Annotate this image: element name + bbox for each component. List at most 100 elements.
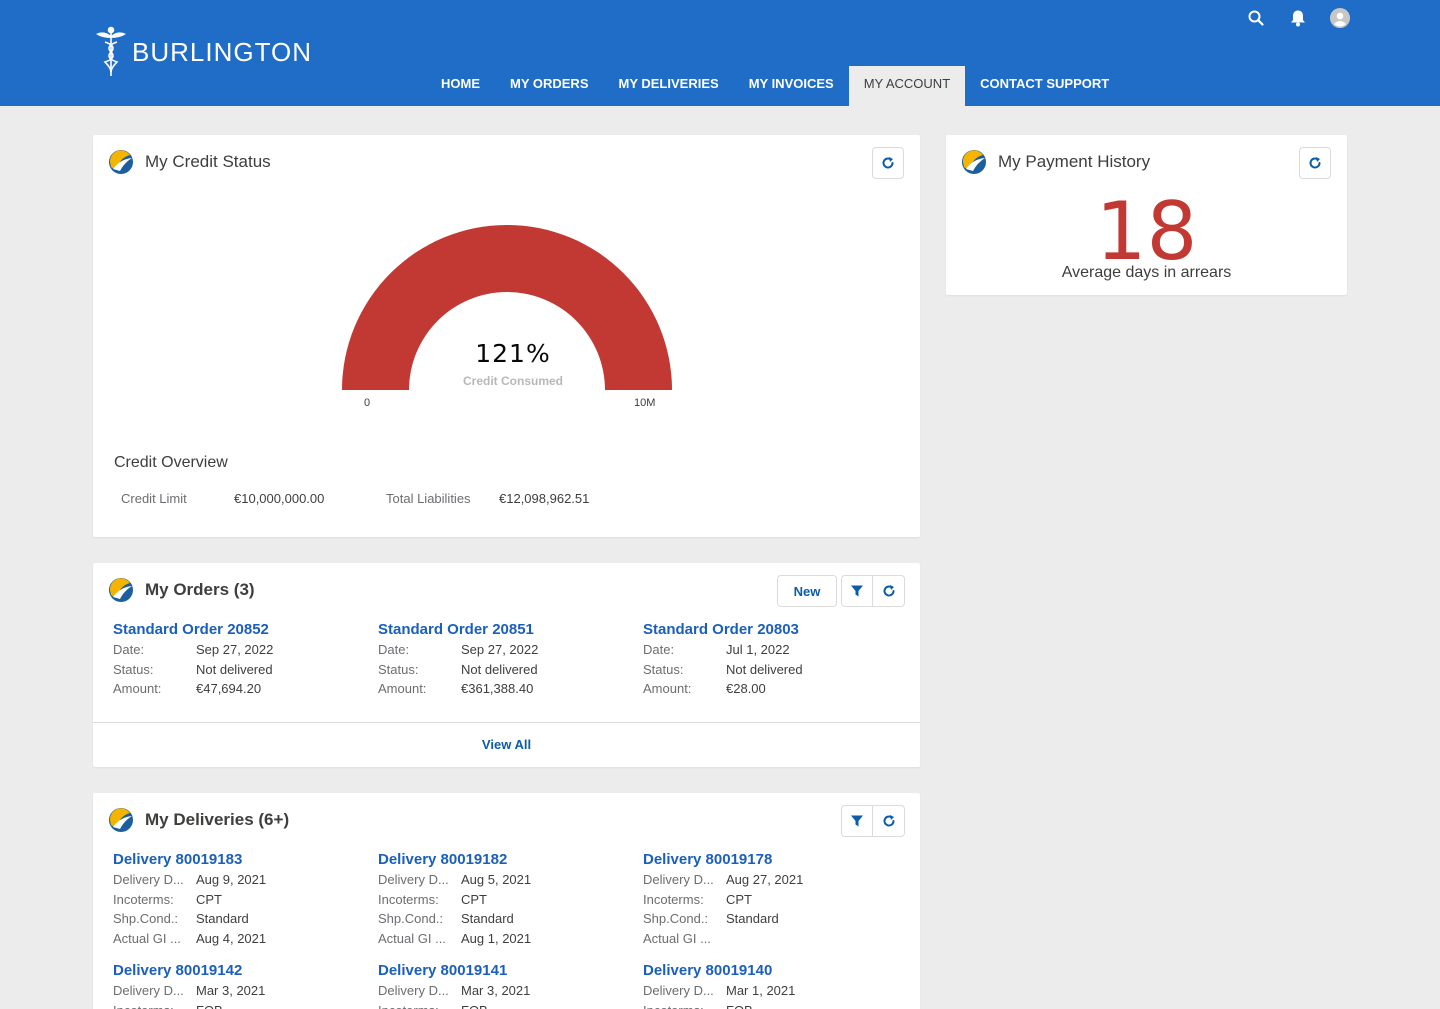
record-row: Shp.Cond.: Standard	[378, 909, 618, 929]
refresh-orders-button[interactable]	[873, 575, 905, 607]
field-value: CPT	[726, 891, 752, 907]
field-label: Amount:	[113, 681, 162, 696]
field-label: Delivery D...	[643, 872, 714, 887]
new-order-button[interactable]: New	[777, 575, 837, 607]
field-label: Status:	[378, 661, 419, 677]
field-label: Amount:	[643, 681, 692, 696]
field-value: Standard	[461, 911, 514, 926]
refresh-icon	[883, 815, 895, 827]
delivery-link[interactable]: Delivery 80019142	[113, 961, 353, 981]
field-value: Sep 27, 2022	[196, 642, 274, 657]
orders-actions	[841, 575, 905, 607]
field-label: Incoterms:	[113, 891, 174, 907]
field-value: Not delivered	[461, 661, 538, 677]
nav-home[interactable]: HOME	[426, 66, 495, 106]
field-label: Date:	[378, 642, 410, 657]
filter-orders-button[interactable]	[841, 575, 873, 607]
nav-my-account[interactable]: MY ACCOUNT	[848, 66, 966, 106]
record-row: Delivery D... Aug 9, 2021	[113, 870, 353, 890]
field-value: €47,694.20	[196, 681, 262, 696]
delivery-record: Delivery 80019141 Delivery D... Mar 3, 20…	[378, 961, 618, 1009]
field-label: Status:	[643, 661, 684, 677]
main-nav: HOME MY ORDERS MY DELIVERIES MY INVOICES…	[426, 66, 1124, 106]
field-value: Aug 27, 2021	[726, 872, 804, 887]
field-value: €361,388.40	[461, 681, 534, 696]
field-value: Not delivered	[196, 661, 273, 677]
header-actions	[1246, 8, 1350, 28]
nav-my-deliveries[interactable]: MY DELIVERIES	[604, 66, 734, 106]
field-value: FOB	[461, 1001, 488, 1009]
record-row: Amount: €28.00	[643, 679, 883, 699]
field-value: Mar 3, 2021	[461, 983, 531, 998]
order-link[interactable]: Standard Order 20851	[378, 620, 618, 640]
search-icon[interactable]	[1246, 8, 1266, 28]
delivery-link[interactable]: Delivery 80019140	[643, 961, 883, 981]
delivery-link[interactable]: Delivery 80019183	[113, 850, 353, 870]
credit-gauge-arc	[342, 225, 672, 390]
record-row: Delivery D... Mar 1, 2021	[643, 981, 883, 1001]
field-label: Incoterms:	[113, 1001, 196, 1009]
field-value: Aug 1, 2021	[461, 930, 532, 946]
bell-icon[interactable]	[1288, 8, 1308, 28]
refresh-icon	[1309, 157, 1321, 169]
record-row: Incoterms: CPT	[113, 890, 353, 910]
field-label: Incoterms:	[643, 1001, 726, 1009]
record-row: Incoterms: CPT	[378, 890, 618, 910]
field-value: Not delivered	[726, 661, 803, 677]
deliveries-actions	[841, 805, 905, 837]
record-row: Status: Not delivered	[113, 660, 353, 680]
nav-my-invoices[interactable]: MY INVOICES	[734, 66, 849, 106]
record-row: Delivery D... Mar 3, 2021	[113, 981, 353, 1001]
nav-my-orders[interactable]: MY ORDERS	[495, 66, 604, 106]
filter-deliveries-button[interactable]	[841, 805, 873, 837]
field-label: Incoterms:	[378, 1001, 461, 1009]
order-record: Standard Order 20851 Date: Sep 27, 2022 S…	[378, 620, 618, 699]
field-label: Delivery D...	[378, 872, 449, 887]
refresh-icon	[882, 157, 894, 169]
brand-logo[interactable]: BURLINGTON	[94, 26, 312, 78]
refresh-deliveries-button[interactable]	[873, 805, 905, 837]
company-logo-icon	[109, 808, 133, 832]
delivery-link[interactable]: Delivery 80019141	[378, 961, 618, 981]
field-label: Date:	[113, 642, 145, 657]
delivery-link[interactable]: Delivery 80019178	[643, 850, 883, 870]
record-row: Date: Jul 1, 2022	[643, 640, 883, 660]
filter-icon	[851, 585, 863, 597]
payment-history-title: My Payment History	[998, 152, 1151, 171]
refresh-credit-button[interactable]	[872, 147, 904, 179]
deliveries-card: My Deliveries (6+) Delivery 80019183 Del…	[93, 793, 920, 1009]
field-label: Shp.Cond.:	[643, 911, 709, 926]
credit-gauge-min: 0	[364, 397, 371, 409]
field-label: Date:	[643, 642, 675, 657]
field-value: FOB	[726, 1001, 753, 1009]
field-label: Actual GI ...	[643, 930, 711, 946]
credit-status-header: My Credit Status	[108, 149, 271, 175]
order-link[interactable]: Standard Order 20852	[113, 620, 353, 640]
payment-history-card: My Payment History 18 Average days in ar…	[946, 135, 1347, 295]
field-label: Delivery D...	[113, 983, 184, 998]
refresh-payment-button[interactable]	[1299, 147, 1331, 179]
field-value: Aug 4, 2021	[196, 930, 267, 946]
field-value: Standard	[726, 911, 779, 926]
field-value: CPT	[196, 891, 222, 907]
record-row: Actual GI ...	[643, 929, 883, 949]
record-row: Incoterms:FOB	[113, 1001, 353, 1009]
credit-overview-title: Credit Overview	[114, 454, 228, 471]
credit-gauge-max: 10M	[634, 397, 656, 409]
credit-gauge: 121% Credit Consumed	[333, 220, 693, 420]
record-row: Delivery D... Aug 27, 2021	[643, 870, 883, 890]
credit-limit-value: €10,000,000.00	[234, 491, 325, 506]
order-link[interactable]: Standard Order 20803	[643, 620, 883, 640]
deliveries-title: My Deliveries (6+)	[145, 810, 290, 829]
field-label: Shp.Cond.:	[113, 911, 179, 926]
field-label: Actual GI ...	[378, 930, 446, 946]
record-row: Shp.Cond.: Standard	[113, 909, 353, 929]
field-value: Aug 5, 2021	[461, 872, 532, 887]
view-all-orders-link[interactable]: View All	[93, 737, 920, 752]
field-value: Mar 3, 2021	[196, 983, 266, 998]
nav-contact-support[interactable]: CONTACT SUPPORT	[965, 66, 1124, 106]
credit-gauge-value: 121%	[475, 339, 551, 368]
field-value: FOB	[196, 1001, 223, 1009]
user-avatar-icon[interactable]	[1330, 8, 1350, 28]
delivery-link[interactable]: Delivery 80019182	[378, 850, 618, 870]
